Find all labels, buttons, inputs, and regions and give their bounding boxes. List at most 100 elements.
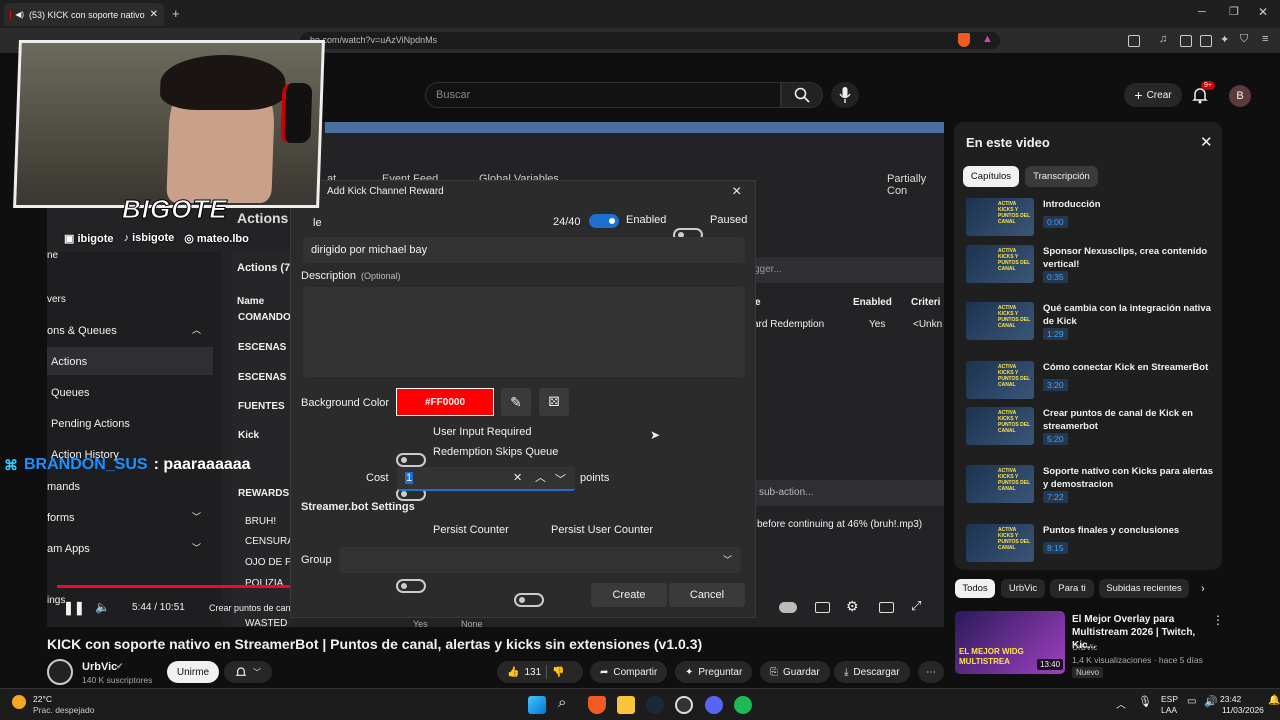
save-button[interactable]: ⎘ Guardar xyxy=(760,661,830,683)
create-button[interactable]: + Crear xyxy=(1124,83,1182,107)
chip-channel[interactable]: UrbVic xyxy=(1001,579,1045,598)
url-field[interactable]: be.com/watch?v=uAzViNpdnMs xyxy=(300,32,1000,49)
create-button[interactable]: Create xyxy=(591,583,667,607)
weather-temp: 22°C xyxy=(33,694,52,704)
leo-icon[interactable]: ✦ xyxy=(1220,33,1229,46)
randomize-color-button[interactable]: ⚄ xyxy=(539,388,569,416)
panel-close-icon[interactable]: ✕ xyxy=(1200,133,1213,151)
notify-button[interactable]: ﹀ xyxy=(224,661,272,683)
chapter-item[interactable]: ACTIVA KICKS Y PUNTOS DEL CANAL Soporte n… xyxy=(966,465,1216,505)
tray-chevron-icon[interactable]: ︿ xyxy=(1116,696,1126,711)
eyedropper-button[interactable]: ✎ xyxy=(501,388,531,416)
chip-all[interactable]: Todos xyxy=(955,579,995,598)
tab-transcript[interactable]: Transcripción xyxy=(1025,166,1098,187)
rec-thumbnail[interactable]: EL MEJOR WIDG MULTISTREA 13:40 xyxy=(955,611,1065,674)
avatar[interactable]: B xyxy=(1229,85,1251,107)
tab-close-icon[interactable]: ✕ xyxy=(150,9,158,20)
weather-desc: Prac. despejado xyxy=(33,705,95,715)
tray-mic-icon[interactable]: 🎙 xyxy=(1138,695,1152,708)
window-close-icon[interactable]: ✕ xyxy=(1258,5,1268,19)
vpn-icon[interactable]: ⛉ xyxy=(1240,33,1248,46)
dialog-close-icon[interactable]: × xyxy=(732,183,741,201)
clock-time[interactable]: 23:42 xyxy=(1220,694,1241,704)
network-icon[interactable]: ▭ xyxy=(1187,696,1196,707)
sparkle-icon: ✦ xyxy=(685,666,694,678)
group-select[interactable]: ﹀ xyxy=(339,547,741,573)
enabled-label: Enabled xyxy=(626,214,667,226)
description-input[interactable] xyxy=(303,287,745,377)
chip-recent[interactable]: Subidas recientes xyxy=(1099,579,1189,598)
chapter-item[interactable]: ACTIVA KICKS Y PUNTOS DEL CANAL Cómo cone… xyxy=(966,361,1216,401)
music-icon[interactable]: ♫ xyxy=(1159,33,1167,45)
chip-for-you[interactable]: Para ti xyxy=(1050,579,1094,598)
user-input-label: User Input Required xyxy=(433,426,532,438)
spotify-icon[interactable] xyxy=(734,696,752,714)
miniplayer-icon[interactable] xyxy=(879,602,894,613)
persist-user-counter-toggle[interactable] xyxy=(514,593,544,607)
app-col-header: Enabled xyxy=(853,297,892,308)
color-swatch-button[interactable]: #FF0000 xyxy=(396,388,494,416)
steam-icon[interactable] xyxy=(646,696,664,714)
settings-icon[interactable]: ⚙ xyxy=(846,598,859,615)
download-button[interactable]: ⤓ Descargar xyxy=(834,661,910,683)
voice-search-button[interactable] xyxy=(831,82,859,108)
join-button[interactable]: Unirme xyxy=(167,661,219,683)
chapter-thumbnail: ACTIVA KICKS Y PUNTOS DEL CANAL xyxy=(966,465,1034,503)
volume-icon[interactable]: 🔈 xyxy=(95,600,110,614)
notification-center-icon[interactable]: 🔔 xyxy=(1268,695,1280,706)
language-indicator-sub: LAA xyxy=(1161,705,1178,715)
clear-icon[interactable]: ✕ xyxy=(513,471,522,484)
persist-counter-toggle[interactable] xyxy=(396,579,426,593)
app-subaction-filter: sub-action... xyxy=(747,480,944,506)
notifications-button[interactable]: 9+ xyxy=(1191,81,1215,104)
browser-tab[interactable]: ◀) (53) KICK con soporte nativo ✕ xyxy=(4,3,164,26)
more-actions-button[interactable]: ⋯ xyxy=(918,661,944,683)
search-input[interactable]: Buscar xyxy=(425,82,781,108)
rec-more-icon[interactable]: ⋮ xyxy=(1212,613,1224,627)
share-button[interactable]: ➦ Compartir xyxy=(590,661,668,683)
chapter-item[interactable]: ACTIVA KICKS Y PUNTOS DEL CANAL Puntos fi… xyxy=(966,524,1216,564)
ask-button[interactable]: ✦ Preguntar xyxy=(675,661,753,683)
minimize-icon[interactable]: ─ xyxy=(1198,6,1206,18)
user-input-toggle[interactable] xyxy=(396,453,426,467)
sidebar-icon[interactable] xyxy=(1180,35,1192,47)
search-icon[interactable]: ⌕ xyxy=(558,694,566,711)
new-tab-icon[interactable]: + xyxy=(172,6,180,21)
speaker-icon[interactable]: 🔊 xyxy=(1204,695,1218,708)
cost-input[interactable]: 1 ✕ ︿ ﹀ xyxy=(397,467,575,491)
obs-icon[interactable] xyxy=(675,696,693,714)
channel-avatar[interactable] xyxy=(47,659,73,685)
shield-icon[interactable] xyxy=(958,33,970,47)
subtitles-icon[interactable] xyxy=(815,602,830,613)
chapter-item[interactable]: ACTIVA KICKS Y PUNTOS DEL CANAL Sponsor N… xyxy=(966,245,1216,285)
enabled-toggle[interactable] xyxy=(589,214,619,228)
search-button[interactable] xyxy=(781,82,823,108)
wallet-icon[interactable] xyxy=(1200,35,1212,47)
rewards-icon[interactable]: ▲ xyxy=(982,33,993,45)
thumbs-down-icon[interactable]: 👎 xyxy=(552,667,564,678)
cancel-button[interactable]: Cancel xyxy=(669,583,745,607)
chapter-item[interactable]: ACTIVA KICKS Y PUNTOS DEL CANAL Qué cambi… xyxy=(966,302,1216,342)
brave-icon[interactable] xyxy=(588,696,606,714)
start-icon[interactable] xyxy=(528,696,546,714)
description-label: Description xyxy=(301,270,357,282)
maximize-icon[interactable]: ❐ xyxy=(1229,5,1239,18)
toolbar-icon[interactable] xyxy=(1128,35,1140,47)
fullscreen-icon[interactable]: ⤢ xyxy=(911,598,921,614)
menu-icon[interactable]: ≡ xyxy=(1262,33,1268,45)
clock-date[interactable]: 11/03/2026 xyxy=(1222,705,1264,715)
decrement-icon[interactable]: ﹀ xyxy=(555,471,566,487)
thumbs-up-icon[interactable]: 👍 xyxy=(507,667,519,678)
tab-chapters[interactable]: Capítulos xyxy=(963,166,1019,187)
increment-icon[interactable]: ︿ xyxy=(535,469,546,485)
chips-next-icon[interactable]: › xyxy=(1201,583,1205,595)
pause-icon[interactable]: ❚❚ xyxy=(63,600,85,616)
file-explorer-icon[interactable] xyxy=(617,696,635,714)
language-indicator[interactable]: ESP xyxy=(1161,694,1178,704)
title-input[interactable]: dirigido por michael bay xyxy=(303,237,745,263)
autoplay-toggle-icon[interactable] xyxy=(779,602,797,613)
chapter-item[interactable]: ACTIVA KICKS Y PUNTOS DEL CANAL Crear pun… xyxy=(966,407,1216,447)
channel-name[interactable]: UrbVic xyxy=(82,661,117,673)
discord-icon[interactable] xyxy=(705,696,723,714)
chapter-item[interactable]: ACTIVA KICKS Y PUNTOS DEL CANAL Introducc… xyxy=(966,198,1216,238)
